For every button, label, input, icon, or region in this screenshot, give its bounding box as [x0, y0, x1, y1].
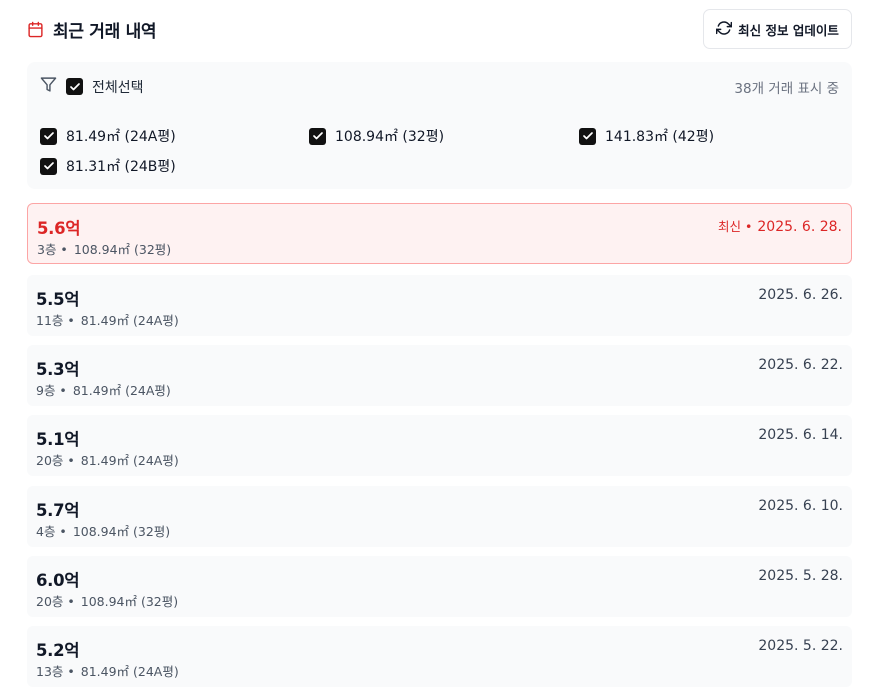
transaction-price: 5.7억: [36, 501, 80, 520]
transaction-item[interactable]: 5.3억 9층 • 81.49㎡ (24A평) 2025. 6. 22.: [27, 345, 852, 406]
transaction-date-group: 2025. 6. 26.: [758, 287, 843, 303]
area-option-checkbox[interactable]: [579, 127, 596, 145]
transaction-date: 2025. 5. 22.: [758, 638, 843, 654]
transaction-meta: 3층 • 108.94㎡ (32평): [37, 239, 171, 258]
transaction-price: 5.5억: [36, 290, 80, 309]
refresh-button[interactable]: 최신 정보 업데이트: [703, 9, 852, 49]
refresh-icon: [716, 20, 733, 39]
calendar-icon: [27, 21, 44, 38]
transaction-date: 2025. 6. 14.: [758, 427, 843, 443]
transaction-area: 108.94㎡ (32평): [80, 594, 179, 609]
transaction-item[interactable]: 5.5억 11층 • 81.49㎡ (24A평) 2025. 6. 26.: [27, 275, 852, 336]
transaction-meta: 13층 • 81.49㎡ (24A평): [36, 661, 179, 680]
transaction-floor: 4층 •: [36, 524, 67, 539]
area-option-checkbox[interactable]: [309, 127, 326, 145]
transaction-area: 81.49㎡ (24A평): [80, 313, 179, 328]
transaction-count-label: 38개 거래 표시 중: [734, 81, 839, 97]
transaction-price: 5.2억: [36, 641, 80, 660]
transaction-meta: 9층 • 81.49㎡ (24A평): [36, 380, 171, 399]
page-title: 최근 거래 내역: [53, 22, 157, 42]
transaction-date-group: 2025. 6. 14.: [758, 427, 843, 443]
title-group: 최근 거래 내역: [27, 17, 157, 42]
area-option-141-83[interactable]: 141.83㎡ (42평): [579, 126, 714, 146]
transaction-meta: 20층 • 108.94㎡ (32평): [36, 591, 178, 610]
transaction-date-group: 2025. 6. 10.: [758, 498, 843, 514]
select-all-label[interactable]: 전체선택: [92, 77, 144, 97]
transaction-meta: 4층 • 108.94㎡ (32평): [36, 521, 170, 540]
transaction-price: 5.1억: [36, 430, 80, 449]
transaction-price: 5.6억: [37, 219, 81, 238]
select-all-checkbox[interactable]: [66, 78, 83, 95]
area-option-checkbox[interactable]: [40, 157, 57, 175]
refresh-button-label: 최신 정보 업데이트: [738, 22, 839, 38]
transaction-date: 2025. 6. 10.: [758, 498, 843, 514]
transaction-date: 2025. 5. 28.: [758, 568, 843, 584]
area-option-checkbox[interactable]: [40, 127, 57, 145]
transaction-item[interactable]: 5.1억 20층 • 81.49㎡ (24A평) 2025. 6. 14.: [27, 415, 852, 476]
transaction-date-group: 2025. 5. 22.: [758, 638, 843, 654]
transaction-area: 81.49㎡ (24A평): [72, 383, 171, 398]
transaction-date-group: 2025. 6. 22.: [758, 357, 843, 373]
area-option-label: 141.83㎡ (42평): [605, 129, 715, 145]
area-option-81-49[interactable]: 81.49㎡ (24A평): [40, 126, 176, 146]
transaction-item[interactable]: 5.2억 13층 • 81.49㎡ (24A평) 2025. 5. 22.: [27, 626, 852, 687]
area-option-label: 108.94㎡ (32평): [335, 129, 445, 145]
transaction-floor: 11층 •: [36, 313, 75, 328]
transaction-date: 2025. 6. 26.: [758, 287, 843, 303]
area-option-108-94[interactable]: 108.94㎡ (32평): [309, 126, 444, 146]
latest-badge: 최신 •: [718, 219, 753, 234]
transaction-area: 81.49㎡ (24A평): [80, 664, 179, 679]
transaction-meta: 11층 • 81.49㎡ (24A평): [36, 310, 179, 329]
transaction-date: 2025. 6. 28.: [757, 219, 842, 235]
transaction-floor: 20층 •: [36, 453, 75, 468]
section-header: 최근 거래 내역 최신 정보 업데이트: [27, 8, 852, 49]
transaction-date-group: 최신 • 2025. 6. 28.: [718, 216, 842, 235]
area-option-label: 81.31㎡ (24B평): [66, 159, 176, 175]
transaction-floor: 9층 •: [36, 383, 67, 398]
transaction-item[interactable]: 6.0억 20층 • 108.94㎡ (32평) 2025. 5. 28.: [27, 556, 852, 617]
area-filter-panel: 전체선택 38개 거래 표시 중 81.49㎡ (24A평) 108.94㎡ (…: [27, 62, 852, 189]
transaction-area: 108.94㎡ (32평): [73, 242, 172, 257]
transaction-date: 2025. 6. 22.: [758, 357, 843, 373]
area-option-label: 81.49㎡ (24A평): [66, 129, 176, 145]
transaction-date-group: 2025. 5. 28.: [758, 568, 843, 584]
transaction-price: 5.3억: [36, 360, 80, 379]
filter-toolbar: 전체선택: [40, 76, 144, 97]
transaction-price: 6.0억: [36, 571, 80, 590]
transaction-area: 81.49㎡ (24A평): [80, 453, 179, 468]
transaction-floor: 13층 •: [36, 664, 75, 679]
filter-icon[interactable]: [40, 76, 57, 97]
transaction-floor: 20층 •: [36, 594, 75, 609]
transaction-meta: 20층 • 81.49㎡ (24A평): [36, 450, 179, 469]
transaction-item[interactable]: 5.7억 4층 • 108.94㎡ (32평) 2025. 6. 10.: [27, 486, 852, 547]
transaction-item-latest[interactable]: 5.6억 3층 • 108.94㎡ (32평) 최신 • 2025. 6. 28…: [27, 203, 852, 264]
transaction-floor: 3층 •: [37, 242, 68, 257]
transaction-area: 108.94㎡ (32평): [72, 524, 171, 539]
area-option-81-31[interactable]: 81.31㎡ (24B평): [40, 156, 176, 176]
